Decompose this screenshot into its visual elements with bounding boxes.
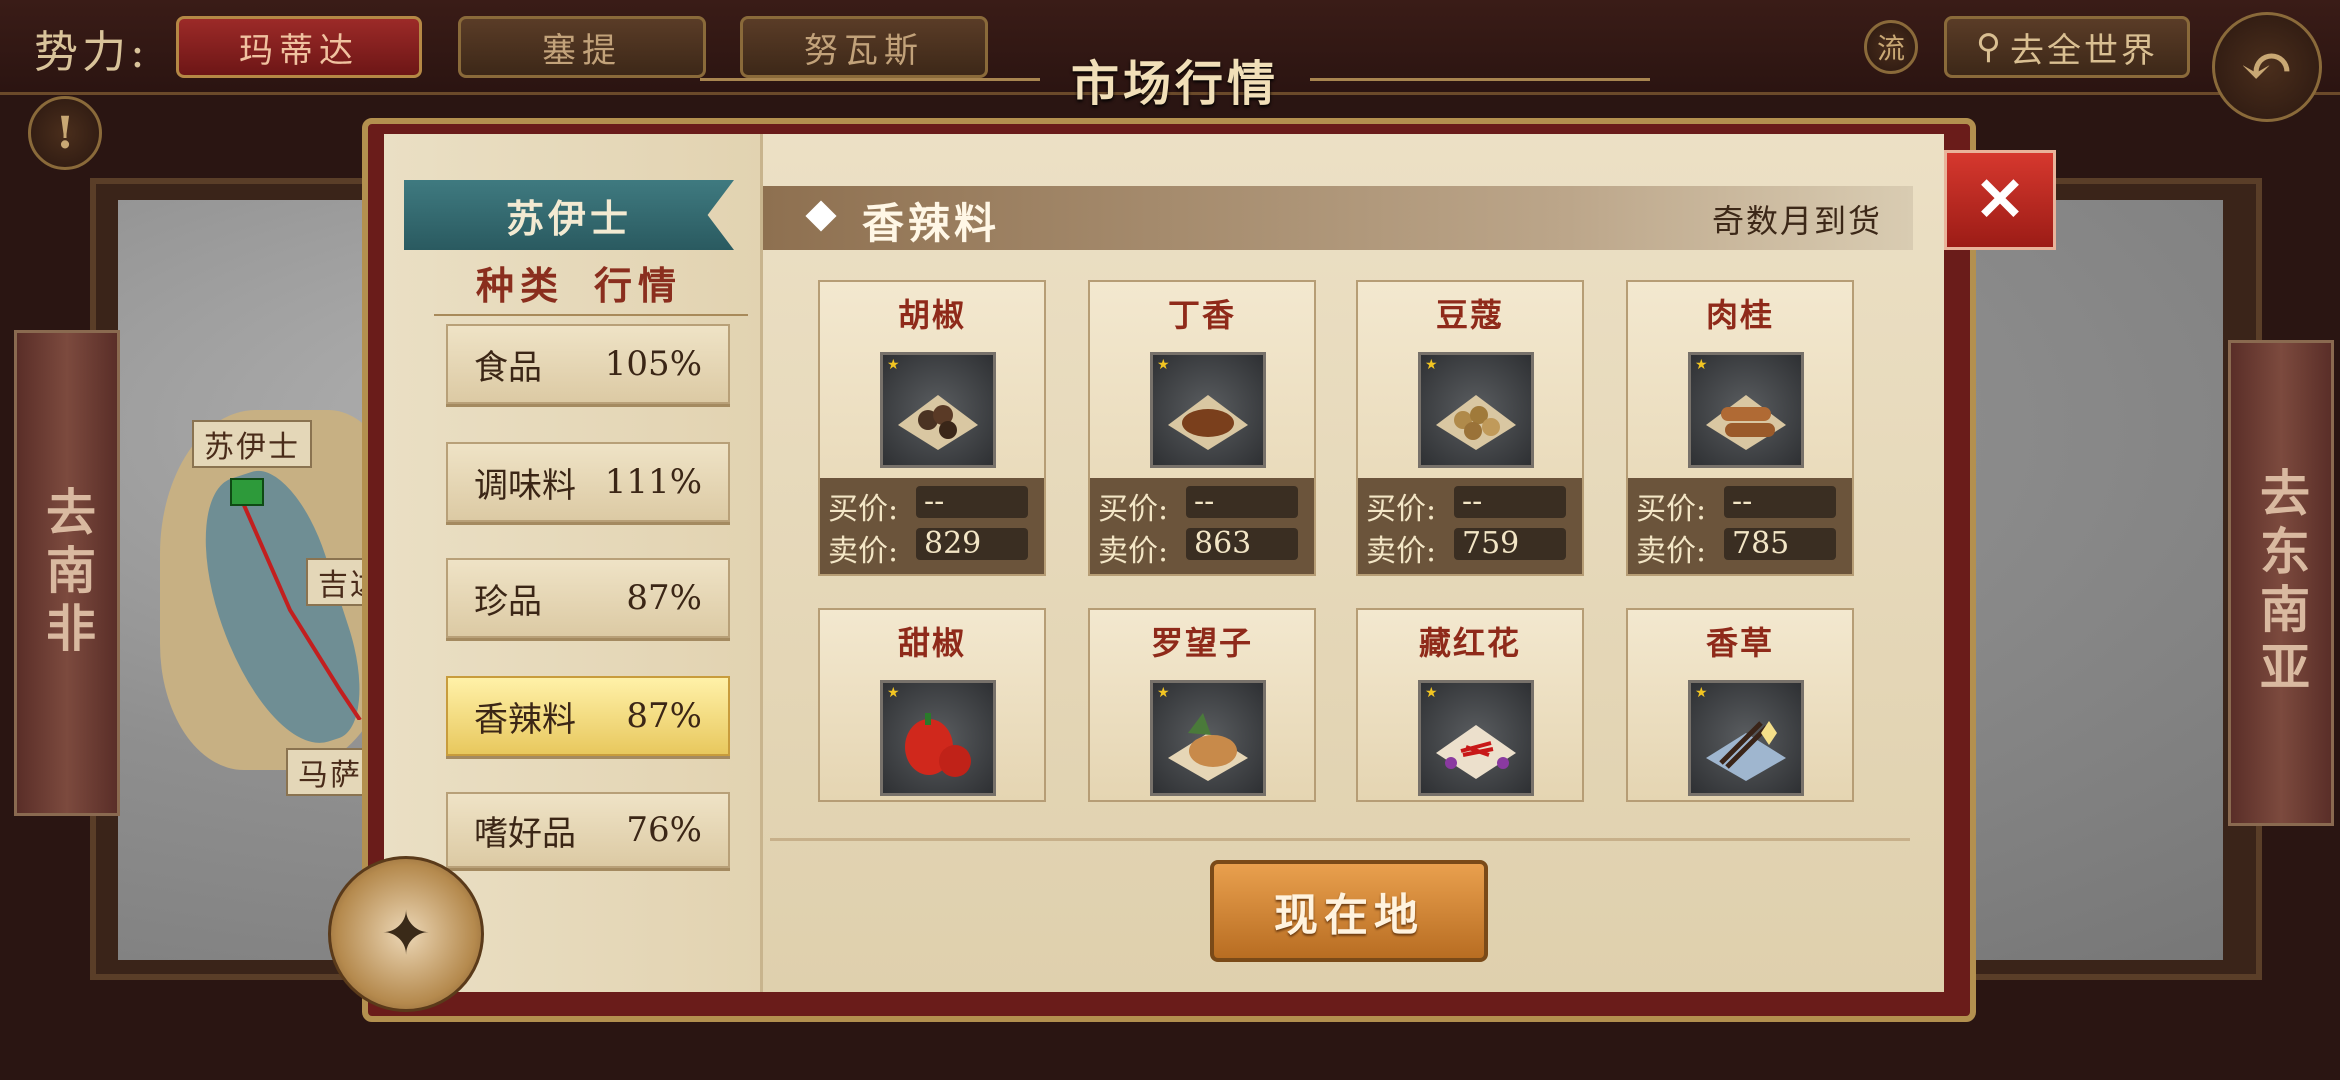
price-box: 买价: -- 卖价: 829 (820, 478, 1044, 574)
back-button[interactable]: ↶ (2212, 12, 2322, 122)
city-name-ribbon: 苏伊士 (404, 180, 734, 250)
goods-name: 香草 (1705, 624, 1774, 662)
saffron-icon: ★ (1418, 680, 1534, 796)
clove-icon: ★ (1150, 352, 1266, 468)
buy-label: 买价: (1098, 492, 1169, 527)
sell-label: 卖价: (1636, 534, 1707, 569)
goods-name: 罗望子 (1150, 624, 1253, 662)
goods-card-cinnamon[interactable]: 肉桂 ★ 买价: -- 卖价: 785 (1626, 280, 1854, 576)
category-name: 嗜好品 (474, 813, 576, 854)
go-southeast-asia-button[interactable]: 去东南亚 (2228, 340, 2334, 826)
category-pct: 105% (604, 344, 702, 384)
price-box: 买价: -- 卖价: 863 (1090, 478, 1314, 574)
cinnamon-icon: ★ (1688, 352, 1804, 468)
category-name: 香辣料 (474, 699, 576, 740)
flow-button[interactable]: 流 (1864, 20, 1918, 74)
goods-card-saffron[interactable]: 藏红花 ★ (1356, 608, 1584, 802)
bell-pepper-icon: ★ (880, 680, 996, 796)
faction-tab-matida[interactable]: 玛蒂达 (176, 16, 422, 78)
arrival-note: 奇数月到货 (1712, 202, 1883, 240)
buy-label: 买价: (1636, 492, 1707, 527)
map-label-suez[interactable]: 苏伊士 (192, 420, 312, 468)
goods-card-vanilla[interactable]: 香草 ★ (1626, 608, 1854, 802)
category-item-seasoning[interactable]: 调味料 111% (446, 442, 730, 522)
buy-price: -- (1724, 486, 1836, 518)
search-icon: ⚲ (1976, 27, 2004, 67)
city-marker-green[interactable] (230, 478, 264, 506)
faction-label: 势力: (34, 27, 149, 78)
column-type: 种类 (476, 263, 565, 308)
sell-label: 卖价: (1366, 534, 1437, 569)
search-world-label: 去全世界 (2009, 30, 2158, 71)
sell-price: 759 (1454, 528, 1566, 560)
goods-category-title: 香辣料 (862, 199, 1001, 248)
goods-name: 藏红花 (1418, 624, 1521, 662)
current-location-button[interactable]: 现在地 (1210, 860, 1488, 962)
pepper-icon: ★ (880, 352, 996, 468)
buy-price: -- (1454, 486, 1566, 518)
buy-price: -- (916, 486, 1028, 518)
sidebar-divider (434, 314, 748, 316)
content-divider (770, 838, 1910, 841)
category-pct: 87% (626, 578, 702, 618)
goods-name: 豆蔻 (1435, 296, 1504, 334)
compass-icon: ✦ (328, 856, 484, 1012)
close-button[interactable]: ✕ (1944, 150, 2056, 250)
vanilla-icon: ★ (1688, 680, 1804, 796)
sell-price: 829 (916, 528, 1028, 560)
category-item-spice[interactable]: 香辣料 87% (446, 676, 730, 756)
category-pct: 87% (626, 696, 702, 736)
buy-label: 买价: (828, 492, 899, 527)
close-icon: ✕ (1974, 165, 2026, 235)
sell-price: 863 (1186, 528, 1298, 560)
sell-price: 785 (1724, 528, 1836, 560)
faction-tab-nuwasi[interactable]: 努瓦斯 (740, 16, 988, 78)
category-name: 珍品 (474, 581, 542, 622)
page-title: 市场行情 (700, 44, 1650, 114)
price-box: 买价: -- 卖价: 759 (1358, 478, 1582, 574)
category-item-luxury[interactable]: 嗜好品 76% (446, 792, 730, 868)
category-item-food[interactable]: 食品 105% (446, 324, 730, 404)
category-item-treasure[interactable]: 珍品 87% (446, 558, 730, 638)
category-name: 调味料 (474, 465, 576, 506)
category-name: 食品 (474, 347, 542, 388)
goods-card-tamarind[interactable]: 罗望子 ★ (1088, 608, 1316, 802)
category-pct: 111% (604, 462, 702, 502)
tamarind-icon: ★ (1150, 680, 1266, 796)
search-world-button[interactable]: ⚲ 去全世界 (1944, 16, 2190, 78)
buy-label: 买价: (1366, 492, 1437, 527)
price-box: 买价: -- 卖价: 785 (1628, 478, 1852, 574)
goods-name: 丁香 (1167, 296, 1236, 334)
goods-card-pepper[interactable]: 胡椒 ★ 买价: -- 卖价: 829 (818, 280, 1046, 576)
goods-card-clove[interactable]: 丁香 ★ 买价: -- 卖价: 863 (1088, 280, 1316, 576)
faction-tab-saiti[interactable]: 塞提 (458, 16, 706, 78)
exclamation-icon: ! (55, 107, 75, 159)
go-south-africa-button[interactable]: 去南非 (14, 330, 120, 816)
back-arrow-icon: ↶ (2240, 30, 2294, 104)
buy-price: -- (1186, 486, 1298, 518)
column-market: 行情 (594, 263, 683, 308)
goods-card-nutmeg[interactable]: 豆蔻 ★ 买价: -- 卖价: 759 (1356, 280, 1584, 576)
goods-card-bell-pepper[interactable]: 甜椒 ★ (818, 608, 1046, 802)
goods-name: 甜椒 (897, 624, 966, 662)
sell-label: 卖价: (828, 534, 899, 569)
goods-name: 肉桂 (1705, 296, 1774, 334)
info-button[interactable]: ! (28, 96, 102, 170)
nutmeg-icon: ★ (1418, 352, 1534, 468)
goods-name: 胡椒 (897, 296, 966, 334)
category-pct: 76% (626, 810, 702, 850)
sell-label: 卖价: (1098, 534, 1169, 569)
